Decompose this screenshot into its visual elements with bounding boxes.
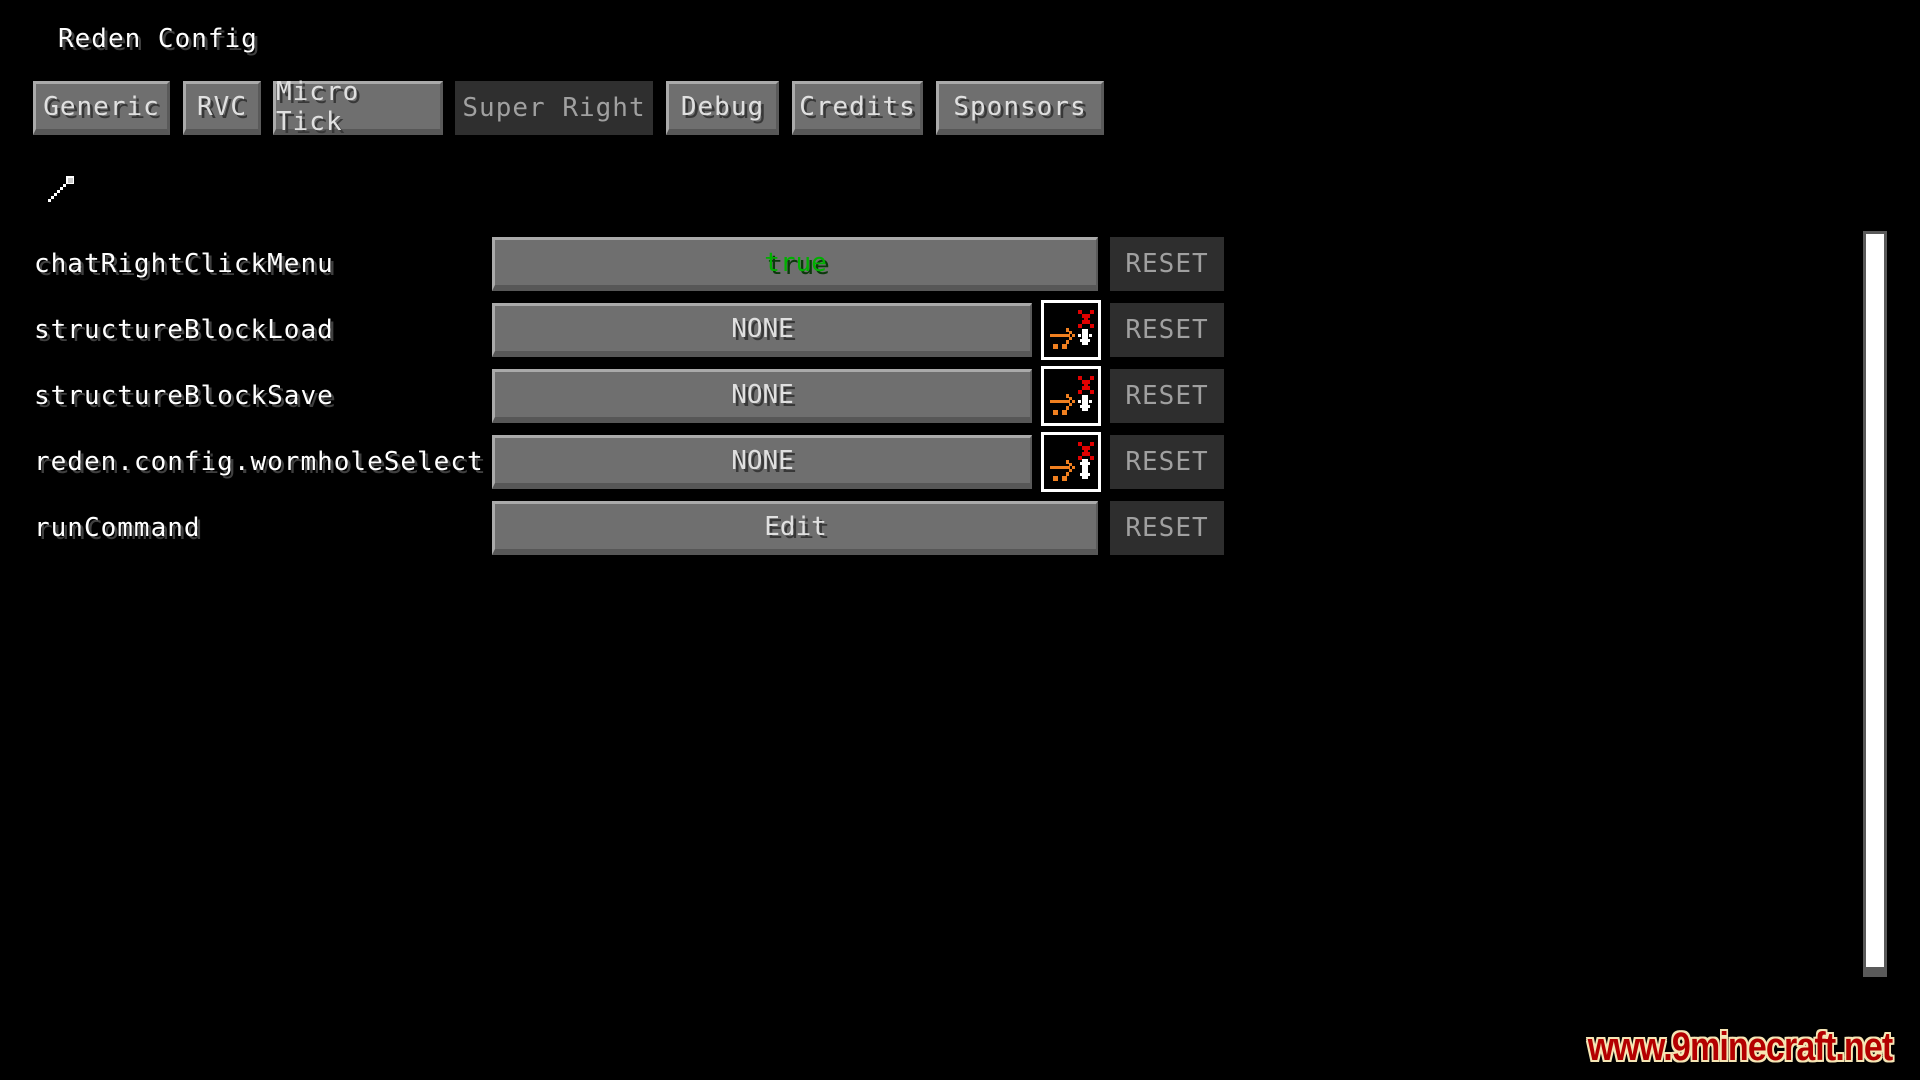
tab-credits[interactable]: Credits (792, 81, 923, 135)
option-label: chatRightClickMenu (34, 249, 334, 279)
edit-button[interactable]: Edit (492, 501, 1098, 555)
tab-generic[interactable]: Generic (33, 81, 170, 135)
tab-micro-tick[interactable]: Micro Tick (273, 77, 443, 137)
scrollbar[interactable] (1863, 231, 1887, 977)
option-label: structureBlockSave (34, 381, 334, 411)
scrollbar-thumb[interactable] (1866, 234, 1884, 967)
reset-button[interactable]: RESET (1110, 501, 1224, 555)
tab-rvc[interactable]: RVC (183, 81, 261, 135)
reset-button[interactable]: RESET (1110, 435, 1224, 489)
reset-button[interactable]: RESET (1110, 369, 1224, 423)
keybind-button[interactable]: NONE (492, 435, 1032, 489)
hotkey-settings-updown-icon (1050, 442, 1094, 481)
option-label: structureBlockLoad (34, 315, 334, 345)
watermark: www.9minecraft.net (1587, 1025, 1892, 1069)
search-icon[interactable] (46, 176, 78, 204)
hotkey-settings-down-icon (1050, 376, 1094, 415)
option-label: reden.config.wormholeSelect (34, 447, 484, 477)
hotkey-settings-button[interactable] (1041, 366, 1101, 426)
hotkey-settings-down-icon (1050, 310, 1094, 349)
keybind-button[interactable]: NONE (492, 369, 1032, 423)
option-value-text: NONE (731, 445, 794, 476)
option-value-text: Edit (764, 511, 827, 542)
window-title: Reden Config (58, 24, 258, 54)
tab-super-right[interactable]: Super Right (455, 81, 653, 135)
option-value-toggle[interactable]: true (492, 237, 1098, 291)
keybind-button[interactable]: NONE (492, 303, 1032, 357)
tab-debug[interactable]: Debug (666, 81, 779, 135)
hotkey-settings-button[interactable] (1041, 432, 1101, 492)
option-value-text: NONE (731, 379, 794, 410)
hotkey-settings-button[interactable] (1041, 300, 1101, 360)
option-value-text: NONE (731, 313, 794, 344)
reset-button[interactable]: RESET (1110, 237, 1224, 291)
tab-sponsors[interactable]: Sponsors (936, 81, 1104, 135)
option-label: runCommand (34, 513, 201, 543)
reset-button[interactable]: RESET (1110, 303, 1224, 357)
option-value-text: true (764, 247, 827, 278)
